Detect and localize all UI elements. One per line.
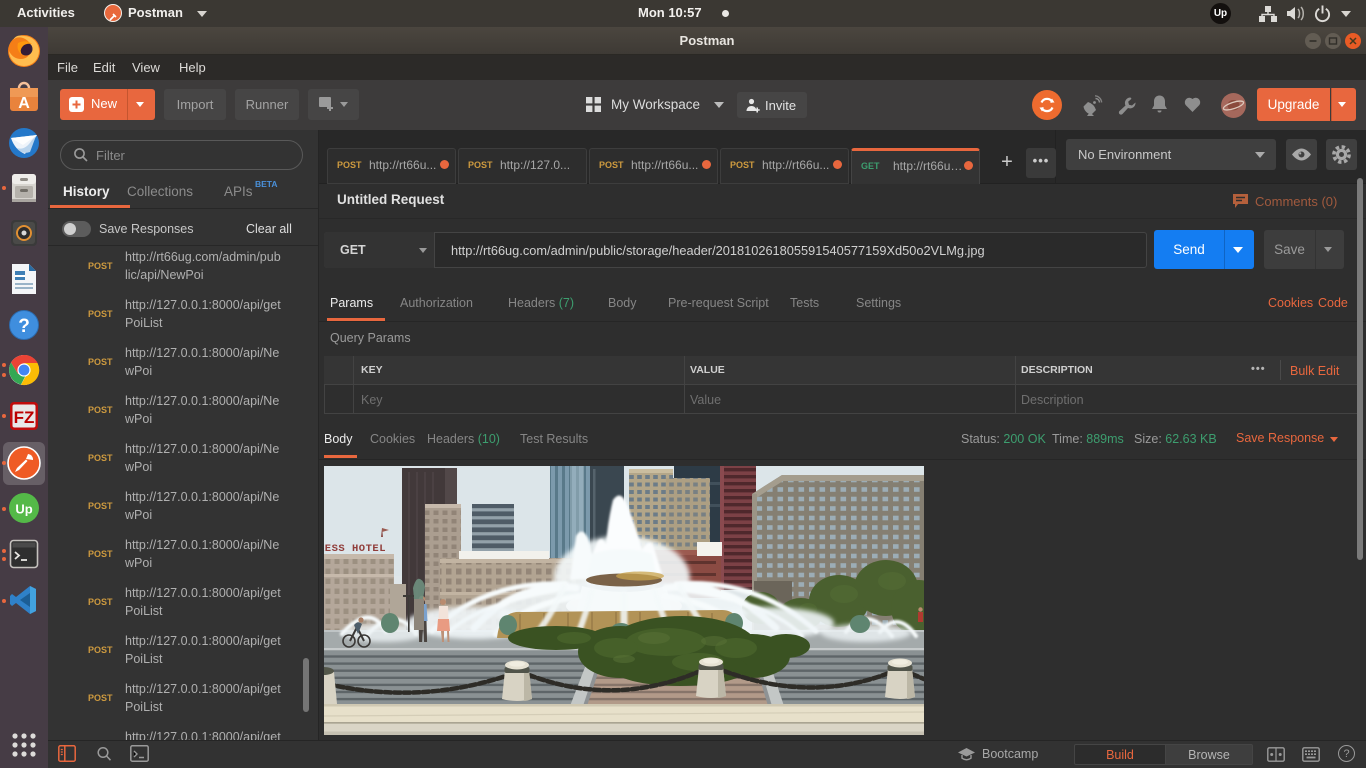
svg-text:RESS HOTEL: RESS HOTEL xyxy=(324,543,386,555)
svg-text:?: ? xyxy=(18,316,30,337)
svg-text:Up: Up xyxy=(15,502,32,517)
svg-text:FZ: FZ xyxy=(14,408,35,427)
svg-text:A: A xyxy=(18,95,30,112)
